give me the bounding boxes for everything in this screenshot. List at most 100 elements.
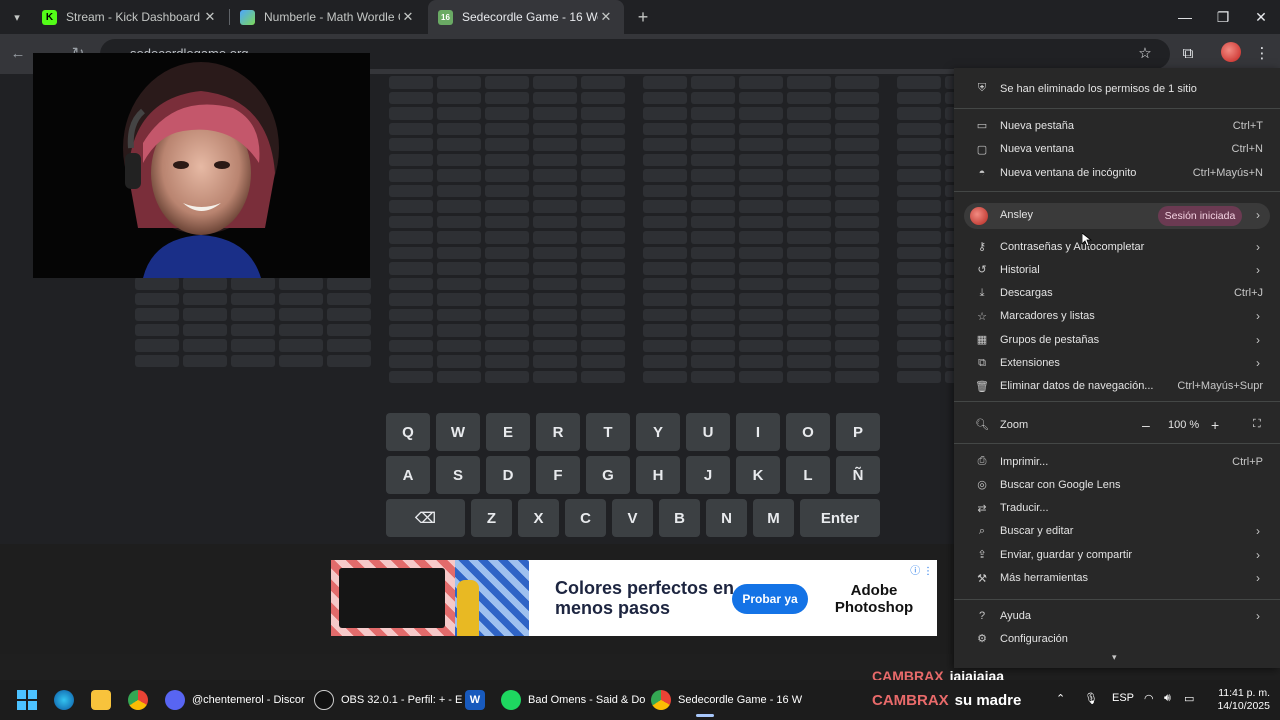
tab-numberle[interactable]: Numberle - Math Wordle Game ✕ — [230, 0, 426, 34]
key-ñ[interactable]: Ñ — [836, 456, 880, 494]
key-t[interactable]: T — [586, 413, 630, 451]
key-j[interactable]: J — [686, 456, 730, 494]
chat-message: CAMBRAX su madre — [872, 692, 1022, 709]
taskbar-discord[interactable]: @chentemerol - Discor — [165, 686, 305, 714]
menu-item-enviar-guardar-y-compartir[interactable]: ⇪ Enviar, guardar y compartir › — [954, 543, 1280, 566]
taskbar-word[interactable]: W — [465, 686, 492, 714]
key-y[interactable]: Y — [636, 413, 680, 451]
letter-cell — [835, 107, 879, 120]
key-a[interactable]: A — [386, 456, 430, 494]
key-u[interactable]: U — [686, 413, 730, 451]
key-s[interactable]: S — [436, 456, 480, 494]
key-o[interactable]: O — [786, 413, 830, 451]
menu-item-nueva-pestaña[interactable]: ▭ Nueva pestaña Ctrl+T — [954, 114, 1280, 137]
menu-kebab-icon[interactable]: ⋮ — [1250, 42, 1274, 66]
taskbar-obs[interactable]: OBS 32.0.1 - Perfil: + - E — [314, 686, 462, 714]
key-w[interactable]: W — [436, 413, 480, 451]
menu-item-imprimir[interactable]: ⎙ Imprimir... Ctrl+P — [954, 450, 1280, 473]
zoom-out-button[interactable]: – — [1142, 417, 1150, 433]
key-h[interactable]: H — [636, 456, 680, 494]
letter-cell — [787, 138, 831, 151]
zoom-value: 100 % — [1168, 418, 1200, 431]
start-button[interactable] — [16, 686, 38, 714]
key-m[interactable]: M — [753, 499, 794, 537]
zoom-in-button[interactable]: + — [1211, 417, 1219, 433]
bookmark-star-icon[interactable]: ☆ — [1133, 42, 1157, 66]
adobe-ad-banner[interactable]: Colores perfectos en menos pasos Probar … — [331, 560, 937, 636]
close-icon[interactable]: ✕ — [202, 9, 218, 25]
menu-item-descargas[interactable]: ⤓ Descargas Ctrl+J — [954, 282, 1280, 305]
letter-cell — [643, 339, 687, 352]
window-close-button[interactable]: ✕ — [1242, 0, 1280, 34]
letter-cell — [739, 215, 783, 228]
letter-cell — [643, 169, 687, 182]
key-v[interactable]: V — [612, 499, 653, 537]
menu-item-grupos-de-pestañas[interactable]: ▦ Grupos de pestañas › — [954, 328, 1280, 351]
new-tab-button[interactable]: + — [632, 6, 654, 28]
profile-avatar-icon[interactable] — [1221, 42, 1241, 62]
key-g[interactable]: G — [586, 456, 630, 494]
menu-item-configuración[interactable]: ⚙ Configuración — [954, 627, 1280, 650]
key-b[interactable]: B — [659, 499, 700, 537]
letter-cell — [739, 246, 783, 259]
key-i[interactable]: I — [736, 413, 780, 451]
key-n[interactable]: N — [706, 499, 747, 537]
taskbar-edge[interactable] — [54, 686, 81, 714]
taskbar-spotify[interactable]: Bad Omens - Said & Do — [501, 686, 645, 714]
letter-cell — [787, 231, 831, 244]
tab-title: Sedecordle Game - 16 Words W — [462, 10, 598, 24]
enter-key[interactable]: Enter — [800, 499, 880, 537]
key-e[interactable]: E — [486, 413, 530, 451]
taskbar-clock[interactable]: 11:41 p. m. 14/10/2025 — [1208, 687, 1270, 713]
key-d[interactable]: D — [486, 456, 530, 494]
key-p[interactable]: P — [836, 413, 880, 451]
battery-icon[interactable]: ▭ — [1184, 692, 1194, 705]
key-k[interactable]: K — [736, 456, 780, 494]
menu-item-marcadores-y-listas[interactable]: ☆ Marcadores y listas › — [954, 305, 1280, 328]
menu-item-contraseñas-y-autocompletar[interactable]: ⚷ Contraseñas y Autocompletar › — [954, 235, 1280, 258]
menu-item-buscar-y-editar[interactable]: ⌕ Buscar y editar › — [954, 520, 1280, 543]
fullscreen-icon[interactable]: ⛶ — [1253, 418, 1261, 431]
taskbar-file-explorer[interactable] — [91, 686, 118, 714]
close-icon[interactable]: ✕ — [400, 9, 416, 25]
chrome-main-menu: ⛨ Se han eliminado los permisos de 1 sit… — [954, 68, 1280, 668]
menu-item-extensiones[interactable]: ⧉ Extensiones › — [954, 352, 1280, 375]
ad-cta-button[interactable]: Probar ya — [732, 584, 808, 614]
menu-permissions-notice[interactable]: ⛨ Se han eliminado los permisos de 1 sit… — [954, 77, 1280, 100]
extensions-icon[interactable]: ⧉ — [1176, 42, 1200, 66]
menu-item-nueva-ventana-de-incógnito[interactable]: ◓ Nueva ventana de incógnito Ctrl+Mayús+N — [954, 161, 1280, 184]
letter-cell — [581, 355, 625, 368]
letter-cell — [135, 354, 179, 367]
menu-item-ayuda[interactable]: ? Ayuda › — [954, 604, 1280, 627]
tab-sedecordle[interactable]: 16 Sedecordle Game - 16 Words W ✕ — [428, 0, 624, 34]
menu-item-buscar-con-google-lens[interactable]: ◎ Buscar con Google Lens — [954, 473, 1280, 496]
maximize-button[interactable]: ❐ — [1204, 0, 1242, 34]
tab-kick-dashboard[interactable]: K Stream - Kick Dashboard ✕ — [32, 0, 228, 34]
menu-item-traducir[interactable]: ⇄ Traducir... — [954, 497, 1280, 520]
key-f[interactable]: F — [536, 456, 580, 494]
key-r[interactable]: R — [536, 413, 580, 451]
letter-cell — [691, 339, 735, 352]
menu-item-más-herramientas[interactable]: ⚒ Más herramientas › — [954, 567, 1280, 590]
backspace-key[interactable]: ⌫ — [386, 499, 465, 537]
key-z[interactable]: Z — [471, 499, 512, 537]
key-l[interactable]: L — [786, 456, 830, 494]
taskbar-chrome-pinned[interactable] — [128, 686, 155, 714]
minimize-button[interactable]: — — [1166, 0, 1204, 34]
back-icon[interactable]: ← — [6, 42, 30, 66]
menu-item-nueva-ventana[interactable]: ▢ Nueva ventana Ctrl+N — [954, 138, 1280, 161]
tab-search-icon[interactable]: ▾ — [6, 6, 28, 28]
ad-info-icon[interactable]: ⓘ ⋮ — [910, 562, 933, 577]
letter-cell — [279, 292, 323, 305]
key-x[interactable]: X — [518, 499, 559, 537]
menu-item-eliminar-datos-de-navegación[interactable]: 🗑︎ Eliminar datos de navegación... Ctrl+Ma… — [954, 375, 1280, 398]
zoom-icon: 🔍︎ — [975, 419, 989, 431]
close-icon[interactable]: ✕ — [598, 9, 614, 25]
menu-item-historial[interactable]: ↺ Historial › — [954, 258, 1280, 281]
scroll-down-icon[interactable]: ▾ — [1112, 652, 1117, 663]
letter-cell — [533, 122, 577, 135]
key-q[interactable]: Q — [386, 413, 430, 451]
menu-profile-row[interactable]: Ansley Sesión iniciada › — [964, 203, 1270, 229]
taskbar-chrome-active[interactable]: Sedecordle Game - 16 W — [651, 686, 802, 717]
key-c[interactable]: C — [565, 499, 606, 537]
